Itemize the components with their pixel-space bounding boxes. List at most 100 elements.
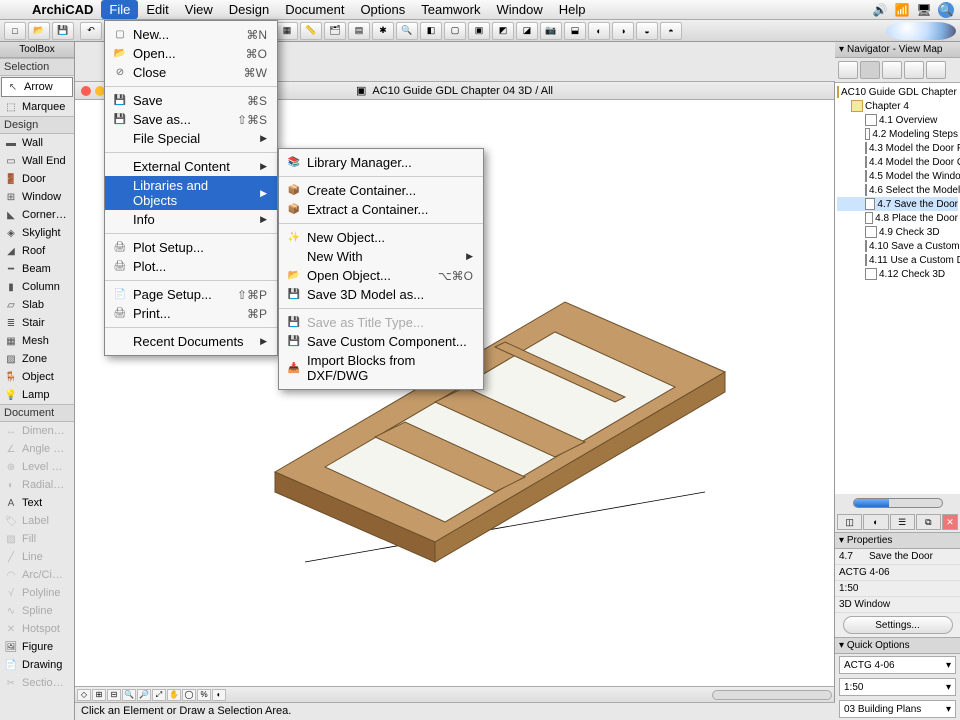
tool-skylight[interactable]: ◈Skylight — [0, 224, 74, 242]
tool-toggle1-icon[interactable]: ◩ — [492, 22, 514, 40]
tree-page[interactable]: 4.5 Model the Window — [837, 169, 958, 183]
menu-file[interactable]: File — [101, 0, 138, 19]
menu-design[interactable]: Design — [221, 0, 277, 19]
tree-page[interactable]: 4.12 Check 3D — [837, 267, 958, 281]
tool-spline[interactable]: ∿Spline — [0, 602, 74, 620]
display-icon[interactable]: 🖥 — [916, 2, 932, 18]
navigator-tree[interactable]: AC10 Guide GDL Chapter 04 Chapter 4 4.1 … — [835, 83, 960, 494]
nav-tab-more-icon[interactable] — [926, 61, 946, 79]
toolbox-cat-document[interactable]: Document — [0, 404, 74, 422]
sub-new-object[interactable]: ✨New Object... — [279, 228, 483, 247]
tool-window[interactable]: ⊞Window — [0, 188, 74, 206]
file-open[interactable]: 📂Open...⌘O — [105, 44, 277, 63]
sub-save-3d[interactable]: 💾Save 3D Model as... — [279, 285, 483, 304]
tool-arrow[interactable]: ↖Arrow — [1, 77, 73, 97]
vbt-8-icon[interactable]: ◯ — [182, 689, 196, 701]
tool-text[interactable]: AText — [0, 494, 74, 512]
tree-page[interactable]: 4.4 Model the Door O — [837, 155, 958, 169]
tool-lamp[interactable]: 💡Lamp — [0, 386, 74, 404]
tool-beam[interactable]: ━Beam — [0, 260, 74, 278]
toolbox-cat-design[interactable]: Design — [0, 116, 74, 134]
file-plotsetup[interactable]: 🖨Plot Setup... — [105, 238, 277, 257]
sub-create-container[interactable]: 📦Create Container... — [279, 181, 483, 200]
quick-dd-2[interactable]: 1:50▾ — [839, 678, 956, 696]
tool-zoom-icon[interactable]: 🔍 — [396, 22, 418, 40]
tool-object[interactable]: 🪑Object — [0, 368, 74, 386]
vbt-6-icon[interactable]: ⤢ — [152, 689, 166, 701]
close-window-icon[interactable] — [81, 86, 91, 96]
tree-page[interactable]: 4.6 Select the Model — [837, 183, 958, 197]
tree-page[interactable]: 4.8 Place the Door — [837, 211, 958, 225]
tool-column[interactable]: ▮Column — [0, 278, 74, 296]
tool-door[interactable]: 🚪Door — [0, 170, 74, 188]
tool-save-icon[interactable]: 💾 — [52, 22, 74, 40]
settings-button[interactable]: Settings... — [843, 616, 953, 634]
tool-grid-icon[interactable]: ▤ — [348, 22, 370, 40]
tool-view1-icon[interactable]: ▢ — [444, 22, 466, 40]
tool-stair[interactable]: ≣Stair — [0, 314, 74, 332]
tool-radial[interactable]: ◐Radial… — [0, 476, 74, 494]
menu-window[interactable]: Window — [489, 0, 551, 19]
tool-wall[interactable]: ▬Wall — [0, 134, 74, 152]
vbt-5-icon[interactable]: 🔎 — [137, 689, 151, 701]
file-save[interactable]: 💾Save⌘S — [105, 91, 277, 110]
tree-page[interactable]: 4.11 Use a Custom D — [837, 253, 958, 267]
menu-edit[interactable]: Edit — [138, 0, 176, 19]
tool-figure[interactable]: 🖼Figure — [0, 638, 74, 656]
airport-icon[interactable]: 📶 — [894, 2, 910, 18]
tool-polyline[interactable]: √Polyline — [0, 584, 74, 602]
toolbox-cat-selection[interactable]: Selection — [0, 58, 74, 76]
nav-tab2-1-icon[interactable]: ◫ — [837, 514, 862, 530]
file-print[interactable]: 🖨Print...⌘P — [105, 304, 277, 323]
tool-mesh[interactable]: ▦Mesh — [0, 332, 74, 350]
tree-page[interactable]: 4.3 Model the Door F — [837, 141, 958, 155]
tool-corner[interactable]: ◣Corner… — [0, 206, 74, 224]
menu-options[interactable]: Options — [352, 0, 413, 19]
sub-save-custom[interactable]: 💾Save Custom Component... — [279, 332, 483, 351]
nav-tab-view-icon[interactable] — [860, 61, 880, 79]
sub-open-object[interactable]: 📂Open Object...⌥⌘O — [279, 266, 483, 285]
tool-drawing[interactable]: 📄Drawing — [0, 656, 74, 674]
vbt-10-icon[interactable]: ◐ — [212, 689, 226, 701]
tree-chapter[interactable]: Chapter 4 — [837, 99, 958, 113]
tool-view2-icon[interactable]: ▣ — [468, 22, 490, 40]
tool-snap-icon[interactable]: ✱ — [372, 22, 394, 40]
file-recent[interactable]: Recent Documents▶ — [105, 332, 277, 351]
file-info[interactable]: Info▶ — [105, 210, 277, 229]
properties-header[interactable]: ▾ Properties — [835, 532, 960, 549]
tool-measure-icon[interactable]: 📏 — [300, 22, 322, 40]
file-saveas[interactable]: 💾Save as...⇧⌘S — [105, 110, 277, 129]
sub-import-blocks[interactable]: 📥Import Blocks from DXF/DWG — [279, 351, 483, 385]
menu-help[interactable]: Help — [551, 0, 594, 19]
file-filespecial[interactable]: File Special▶ — [105, 129, 277, 148]
vbt-3-icon[interactable]: ⊟ — [107, 689, 121, 701]
vbt-1-icon[interactable]: ◇ — [77, 689, 91, 701]
tree-page[interactable]: 4.1 Overview — [837, 113, 958, 127]
tool-layers-icon[interactable]: 🗂 — [324, 22, 346, 40]
tool-section-icon[interactable]: ⬓ — [564, 22, 586, 40]
apple-logo-icon[interactable] — [8, 3, 22, 17]
tool-slab[interactable]: ▱Slab — [0, 296, 74, 314]
file-plot[interactable]: 🖨Plot... — [105, 257, 277, 276]
tool-fill[interactable]: ▧Fill — [0, 530, 74, 548]
tool-nav3-icon[interactable]: ◒ — [636, 22, 658, 40]
tool-nav1-icon[interactable]: ◐ — [588, 22, 610, 40]
file-libraries[interactable]: Libraries and Objects▶ — [105, 176, 277, 210]
quick-dd-1[interactable]: ACTG 4-06▾ — [839, 656, 956, 674]
tool-new-icon[interactable]: □ — [4, 22, 26, 40]
vbt-9-icon[interactable]: % — [197, 689, 211, 701]
menu-document[interactable]: Document — [277, 0, 352, 19]
speaker-icon[interactable]: 🔊 — [872, 2, 888, 18]
tool-marquee[interactable]: ⬚Marquee — [0, 98, 74, 116]
nav-tab-project-icon[interactable] — [838, 61, 858, 79]
nav-tab-publisher-icon[interactable] — [904, 61, 924, 79]
quick-dd-3[interactable]: 03 Building Plans▾ — [839, 700, 956, 718]
sub-new-with[interactable]: New With▶ — [279, 247, 483, 266]
tool-angle[interactable]: ∠Angle … — [0, 440, 74, 458]
tool-line[interactable]: ╱Line — [0, 548, 74, 566]
tool-iso-icon[interactable]: ◧ — [420, 22, 442, 40]
nav-tab-layout-icon[interactable] — [882, 61, 902, 79]
tool-roof[interactable]: ◢Roof — [0, 242, 74, 260]
quick-options-header[interactable]: ▾ Quick Options — [835, 637, 960, 654]
tool-label[interactable]: 🏷Label — [0, 512, 74, 530]
